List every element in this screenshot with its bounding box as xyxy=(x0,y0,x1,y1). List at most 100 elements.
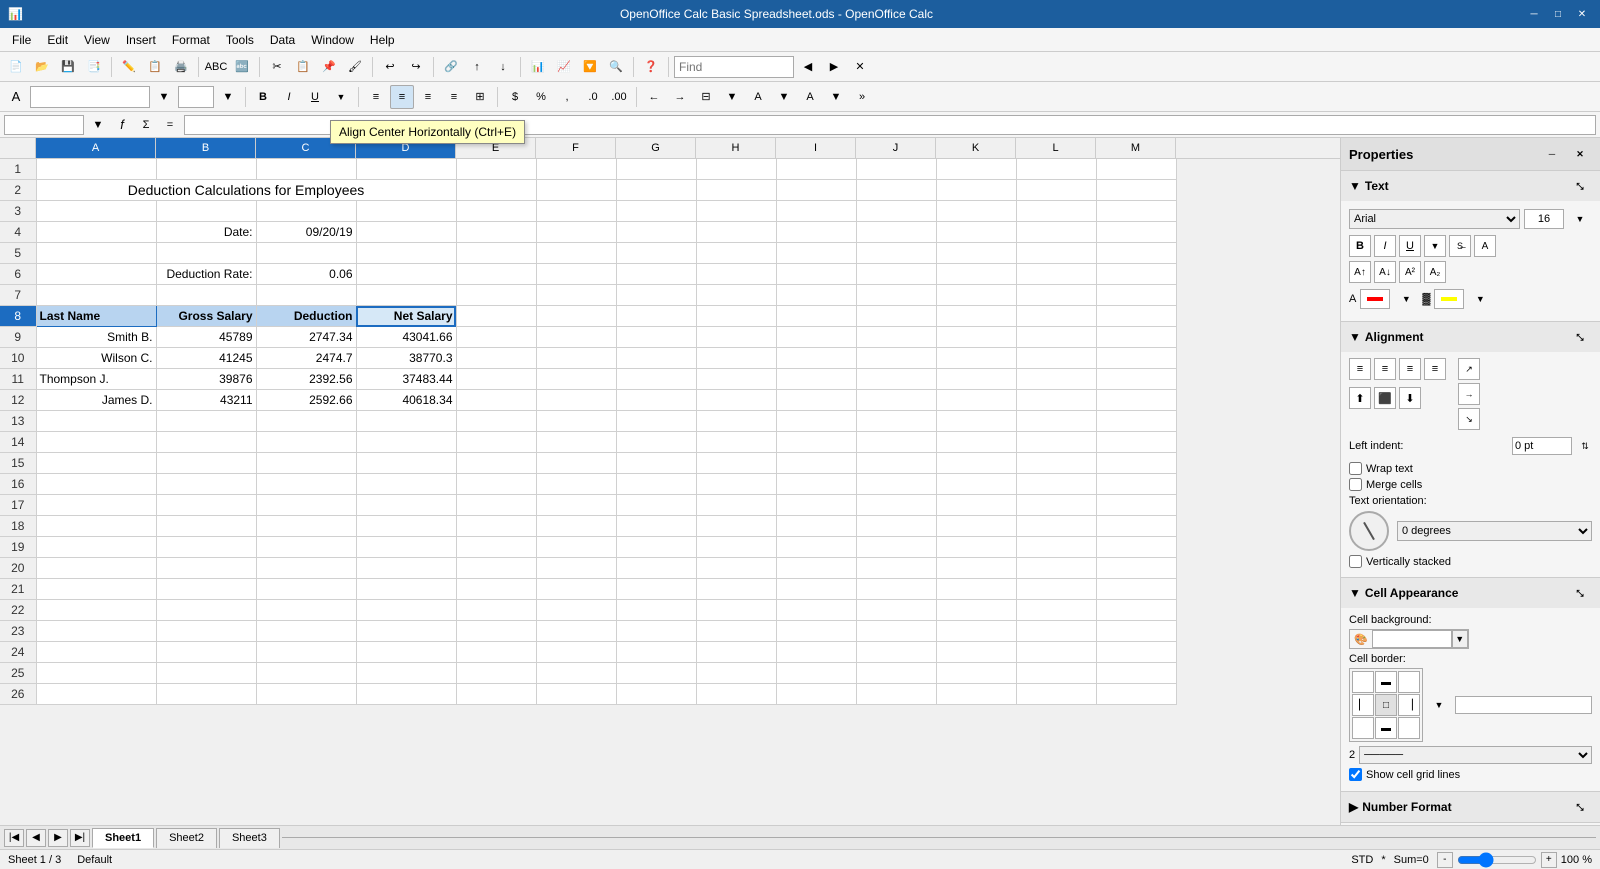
cell-l12[interactable] xyxy=(1016,390,1096,411)
panel-font-size-input[interactable] xyxy=(1524,209,1564,229)
rotation-circle[interactable] xyxy=(1349,511,1389,551)
cell-m11[interactable] xyxy=(1096,369,1176,390)
equals-button[interactable]: = xyxy=(160,115,180,135)
find-next-button[interactable]: ▶ xyxy=(822,55,846,79)
cell-c7[interactable] xyxy=(256,285,356,306)
align-justify-panel-button[interactable]: ≡ xyxy=(1424,358,1446,380)
sheet-tab-2[interactable]: Sheet2 xyxy=(156,828,217,848)
cell-j9[interactable] xyxy=(856,327,936,348)
cell-l11[interactable] xyxy=(1016,369,1096,390)
text-section-header[interactable]: ▼ Text ⤡ xyxy=(1341,171,1600,201)
cell-c8[interactable]: Deduction xyxy=(256,306,356,327)
grid-body[interactable]: 1 xyxy=(0,159,1340,825)
border-btn-3[interactable] xyxy=(1398,671,1420,693)
bold-button[interactable]: B xyxy=(251,85,275,109)
col-header-a[interactable]: A xyxy=(36,138,156,158)
cell-e4[interactable] xyxy=(456,222,536,243)
cell-l5[interactable] xyxy=(1016,243,1096,264)
align-right-panel-button[interactable]: ≡ xyxy=(1399,358,1421,380)
cell-k4[interactable] xyxy=(936,222,1016,243)
cell-m1[interactable] xyxy=(1096,159,1176,180)
cell-f10[interactable] xyxy=(536,348,616,369)
align-center-panel-button[interactable]: ≡ xyxy=(1374,358,1396,380)
cell-h2[interactable] xyxy=(696,180,776,201)
menu-tools[interactable]: Tools xyxy=(218,31,262,49)
cell-i6[interactable] xyxy=(776,264,856,285)
cell-k9[interactable] xyxy=(936,327,1016,348)
cell-f1[interactable] xyxy=(536,159,616,180)
cell-c10[interactable]: 2474.7 xyxy=(256,348,356,369)
border-btn-4[interactable]: ▏ xyxy=(1352,694,1374,716)
cell-b4[interactable]: Date: xyxy=(156,222,256,243)
italic-format-button[interactable]: I xyxy=(1374,235,1396,257)
tab-nav-prev[interactable]: ◀ xyxy=(26,829,46,847)
sheet-tab-3[interactable]: Sheet3 xyxy=(219,828,280,848)
cell-f9[interactable] xyxy=(536,327,616,348)
cell-m2[interactable] xyxy=(1096,180,1176,201)
border-btn-5[interactable]: □ xyxy=(1375,694,1397,716)
cell-f11[interactable] xyxy=(536,369,616,390)
zoom-button[interactable]: 🔍 xyxy=(604,55,628,79)
italic-button[interactable]: I xyxy=(277,85,301,109)
dec-dec-button[interactable]: .00 xyxy=(607,85,631,109)
cell-a9[interactable]: Smith B. xyxy=(36,327,156,348)
save-button[interactable]: 💾 xyxy=(56,55,80,79)
cell-e12[interactable] xyxy=(456,390,536,411)
cell-c6[interactable]: 0.06 xyxy=(256,264,356,285)
border-btn-6[interactable]: ▕ xyxy=(1398,694,1420,716)
highlight-button[interactable]: A xyxy=(746,85,770,109)
cell-a7[interactable] xyxy=(36,285,156,306)
number-format-section-header[interactable]: ▶ Number Format ⤡ xyxy=(1341,792,1600,822)
cell-b10[interactable]: 41245 xyxy=(156,348,256,369)
cell-e11[interactable] xyxy=(456,369,536,390)
cell-reference-input[interactable]: A8:D8 xyxy=(4,115,84,135)
cell-i10[interactable] xyxy=(776,348,856,369)
underline-dropdown[interactable]: ▼ xyxy=(329,85,353,109)
cell-i8[interactable] xyxy=(776,306,856,327)
cell-k6[interactable] xyxy=(936,264,1016,285)
left-indent-input[interactable] xyxy=(1512,437,1572,455)
cell-a4[interactable] xyxy=(36,222,156,243)
border-style-dropdown[interactable]: ▼ xyxy=(1427,693,1451,717)
cell-e1[interactable] xyxy=(456,159,536,180)
open-button[interactable]: 📂 xyxy=(30,55,54,79)
border-width-select[interactable]: ───── xyxy=(1359,746,1592,764)
font-size-input[interactable]: 16 xyxy=(178,86,214,108)
help-button[interactable]: ❓ xyxy=(639,55,663,79)
cell-e9[interactable] xyxy=(456,327,536,348)
cell-h7[interactable] xyxy=(696,285,776,306)
cell-m10[interactable] xyxy=(1096,348,1176,369)
cell-a3[interactable] xyxy=(36,201,156,222)
cell-g5[interactable] xyxy=(616,243,696,264)
paste-button[interactable]: 📌 xyxy=(317,55,341,79)
cell-l9[interactable] xyxy=(1016,327,1096,348)
cell-k3[interactable] xyxy=(936,201,1016,222)
alignment-section-header[interactable]: ▼ Alignment ⤡ xyxy=(1341,322,1600,352)
cut-button[interactable]: ✂ xyxy=(265,55,289,79)
cell-i3[interactable] xyxy=(776,201,856,222)
indent-inc-button[interactable]: → xyxy=(668,85,692,109)
align-middle-button[interactable]: ⬛ xyxy=(1374,387,1396,409)
print-button[interactable]: 🖨️ xyxy=(169,55,193,79)
underline-format-button[interactable]: U xyxy=(1399,235,1421,257)
border-btn-2[interactable]: ▬ xyxy=(1375,671,1397,693)
cell-d8[interactable]: Net Salary xyxy=(356,306,456,327)
cell-bg-dropdown[interactable]: ▼ xyxy=(1452,630,1468,648)
cell-d3[interactable] xyxy=(356,201,456,222)
currency-button[interactable]: $ xyxy=(503,85,527,109)
tab-nav-last[interactable]: ▶| xyxy=(70,829,90,847)
cell-b6[interactable]: Deduction Rate: xyxy=(156,264,256,285)
col-header-k[interactable]: K xyxy=(936,138,1016,158)
cell-d1[interactable] xyxy=(356,159,456,180)
filter-button[interactable]: 🔽 xyxy=(578,55,602,79)
col-header-m[interactable]: M xyxy=(1096,138,1176,158)
panel-close-button[interactable]: ✕ xyxy=(1568,142,1592,166)
font-color-picker[interactable] xyxy=(1360,289,1390,309)
cell-h12[interactable] xyxy=(696,390,776,411)
cell-c5[interactable] xyxy=(256,243,356,264)
cell-f6[interactable] xyxy=(536,264,616,285)
undo-button[interactable]: ↩ xyxy=(378,55,402,79)
cell-appearance-section-header[interactable]: ▼ Cell Appearance ⤡ xyxy=(1341,578,1600,608)
clone-button[interactable]: 🖌 xyxy=(343,55,367,79)
more-button[interactable]: » xyxy=(850,85,874,109)
